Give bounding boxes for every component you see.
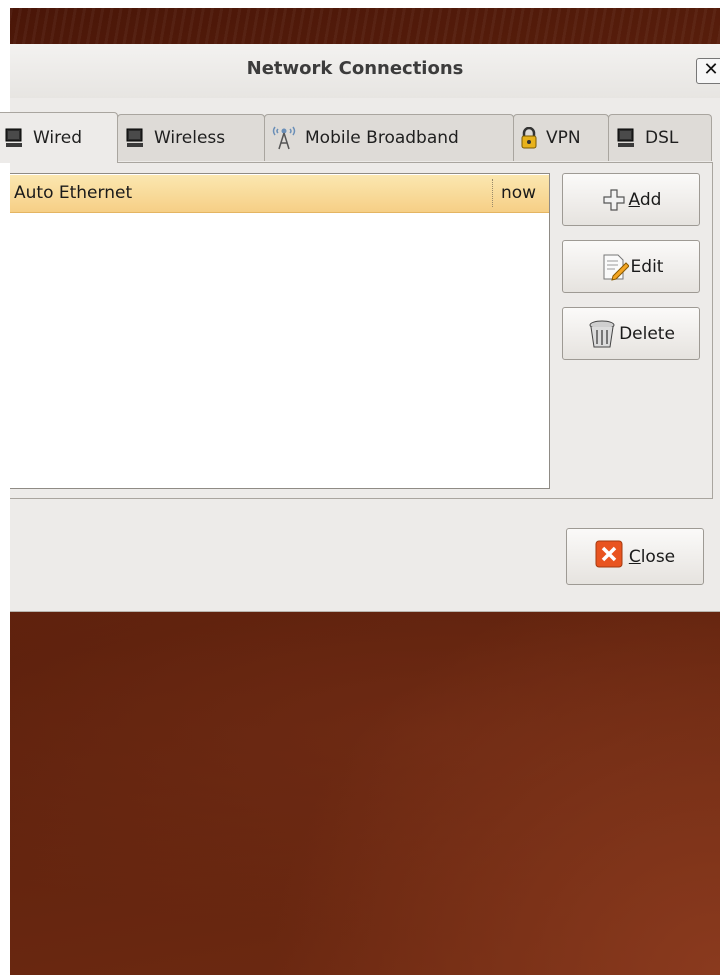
tab-label: Wired	[33, 128, 83, 148]
table-row[interactable]: Auto Ethernet now	[10, 175, 549, 213]
close-icon: ✕	[703, 59, 719, 80]
antenna-icon	[271, 121, 297, 156]
window-title: Network Connections	[246, 58, 464, 79]
edit-label: Edit	[630, 256, 664, 277]
lock-icon	[520, 127, 538, 149]
monitor-icon	[615, 127, 637, 149]
tab-label: DSL	[645, 128, 679, 148]
connection-name: Auto Ethernet	[14, 183, 133, 203]
wired-tab-panel: Auto Ethernet now Add Edit Delete	[10, 162, 713, 499]
desktop-wallpaper-detail	[10, 8, 720, 48]
tab-mobile-broadband[interactable]: Mobile Broadband	[264, 114, 514, 161]
tab-label: VPN	[546, 128, 581, 148]
add-button[interactable]: Add	[562, 173, 700, 226]
close-label: Close	[628, 546, 676, 567]
add-label: Add	[628, 189, 662, 210]
trash-icon	[587, 319, 617, 349]
titlebar-close-button[interactable]: ✕	[696, 58, 720, 84]
tab-label: Wireless	[154, 128, 226, 148]
edit-icon	[599, 252, 629, 282]
close-icon	[595, 540, 623, 573]
delete-label: Delete	[619, 323, 675, 344]
titlebar: Network Connections ✕	[10, 44, 720, 98]
delete-button[interactable]: Delete	[562, 307, 700, 360]
tab-label: Mobile Broadband	[305, 128, 459, 148]
tab-vpn[interactable]: VPN	[513, 114, 609, 161]
column-separator	[492, 179, 493, 207]
tab-wired[interactable]: Wired	[0, 112, 118, 163]
connection-list[interactable]: Auto Ethernet now	[10, 173, 550, 489]
connection-last-used: now	[501, 183, 537, 203]
tab-dsl[interactable]: DSL	[608, 114, 712, 161]
monitor-icon	[3, 127, 25, 149]
network-connections-window: Network Connections ✕ Wired Wireless Mob…	[0, 44, 720, 612]
close-button[interactable]: Close	[566, 528, 704, 585]
plus-icon	[601, 187, 627, 213]
monitor-icon	[124, 127, 146, 149]
tab-wireless[interactable]: Wireless	[117, 114, 265, 161]
edit-button[interactable]: Edit	[562, 240, 700, 293]
